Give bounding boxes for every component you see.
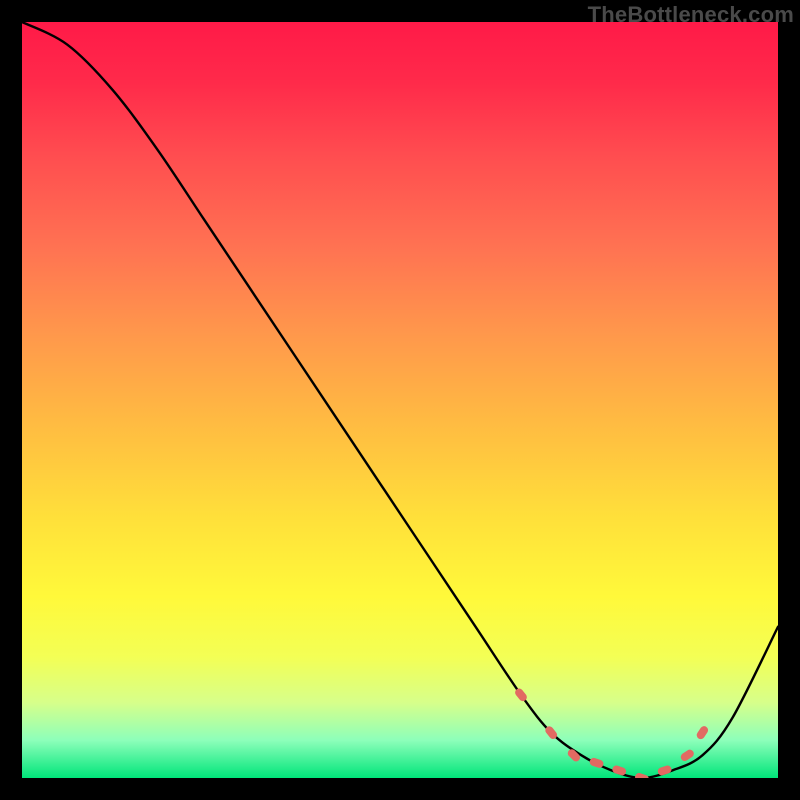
marker-dot bbox=[566, 748, 582, 764]
bottleneck-curve bbox=[22, 22, 778, 778]
plot-area bbox=[22, 22, 778, 778]
chart-svg bbox=[22, 22, 778, 778]
marker-dot bbox=[634, 772, 650, 778]
watermark-text: TheBottleneck.com bbox=[588, 2, 794, 28]
chart-frame: TheBottleneck.com bbox=[0, 0, 800, 800]
optimal-zone-markers bbox=[513, 687, 709, 778]
marker-dot bbox=[679, 748, 695, 762]
marker-dot bbox=[695, 725, 709, 741]
